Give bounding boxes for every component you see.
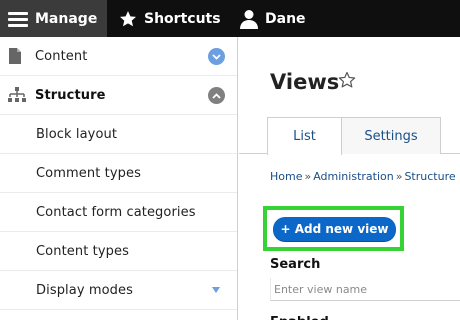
breadcrumb-link-administration[interactable]: Administration	[313, 170, 394, 183]
sidebar-item-label: Comment types	[36, 165, 141, 181]
search-input[interactable]	[270, 278, 460, 301]
user-icon	[240, 9, 258, 29]
sidebar-item-content[interactable]: Content	[0, 37, 237, 76]
admin-toolbar: Manage Shortcuts Dane	[0, 0, 460, 37]
star-icon	[119, 10, 137, 28]
sidebar-item-label: Structure	[35, 87, 106, 103]
admin-sidebar: Content Structure Block layout Comment t…	[0, 37, 238, 320]
caret-down-icon[interactable]	[212, 287, 220, 293]
sidebar-item-comment-types[interactable]: Comment types	[0, 154, 237, 193]
breadcrumb-separator: »	[304, 170, 312, 183]
breadcrumb-link-structure[interactable]: Structure	[404, 170, 455, 183]
sidebar-item-structure[interactable]: Structure	[0, 76, 237, 115]
shortcuts-toolbar-button[interactable]: Shortcuts	[107, 0, 230, 37]
shortcuts-label: Shortcuts	[144, 10, 221, 27]
chevron-up-icon[interactable]	[208, 87, 225, 104]
search-label: Search	[270, 257, 321, 272]
sidebar-item-label: Content	[35, 48, 88, 64]
breadcrumb-link-home[interactable]: Home	[270, 170, 302, 183]
document-icon	[8, 48, 22, 68]
main-content: Views List Settings Home» Administration»…	[239, 37, 460, 320]
manage-toolbar-button[interactable]: Manage	[0, 0, 107, 37]
manage-label: Manage	[35, 10, 98, 27]
enabled-section-heading: Enabled	[270, 313, 329, 320]
sidebar-item-label: Content types	[36, 243, 129, 259]
sidebar-item-block-layout[interactable]: Block layout	[0, 115, 237, 154]
user-toolbar-button[interactable]: Dane	[230, 0, 316, 37]
page-title: Views	[270, 70, 340, 94]
breadcrumb: Home» Administration» Structure	[270, 170, 456, 183]
sidebar-item-content-types[interactable]: Content types	[0, 232, 237, 271]
breadcrumb-separator: »	[395, 170, 403, 183]
sidebar-item-label: Display modes	[36, 282, 133, 298]
add-new-view-button[interactable]: + Add new view	[273, 217, 396, 241]
tab-settings[interactable]: Settings	[342, 117, 441, 154]
sidebar-item-label: Contact form categories	[36, 204, 196, 220]
user-label: Dane	[265, 10, 306, 27]
tab-list[interactable]: List	[267, 117, 342, 155]
sidebar-item-display-modes[interactable]: Display modes	[0, 271, 237, 310]
sitemap-icon	[8, 87, 26, 107]
hamburger-menu-icon	[8, 11, 28, 27]
sidebar-item-contact-form-categories[interactable]: Contact form categories	[0, 193, 237, 232]
star-outline-icon[interactable]	[338, 71, 356, 93]
tabs-bar: List Settings	[239, 117, 460, 155]
chevron-down-icon[interactable]	[208, 48, 225, 65]
sidebar-item-label: Block layout	[36, 126, 118, 142]
add-button-highlight: + Add new view	[263, 206, 404, 251]
